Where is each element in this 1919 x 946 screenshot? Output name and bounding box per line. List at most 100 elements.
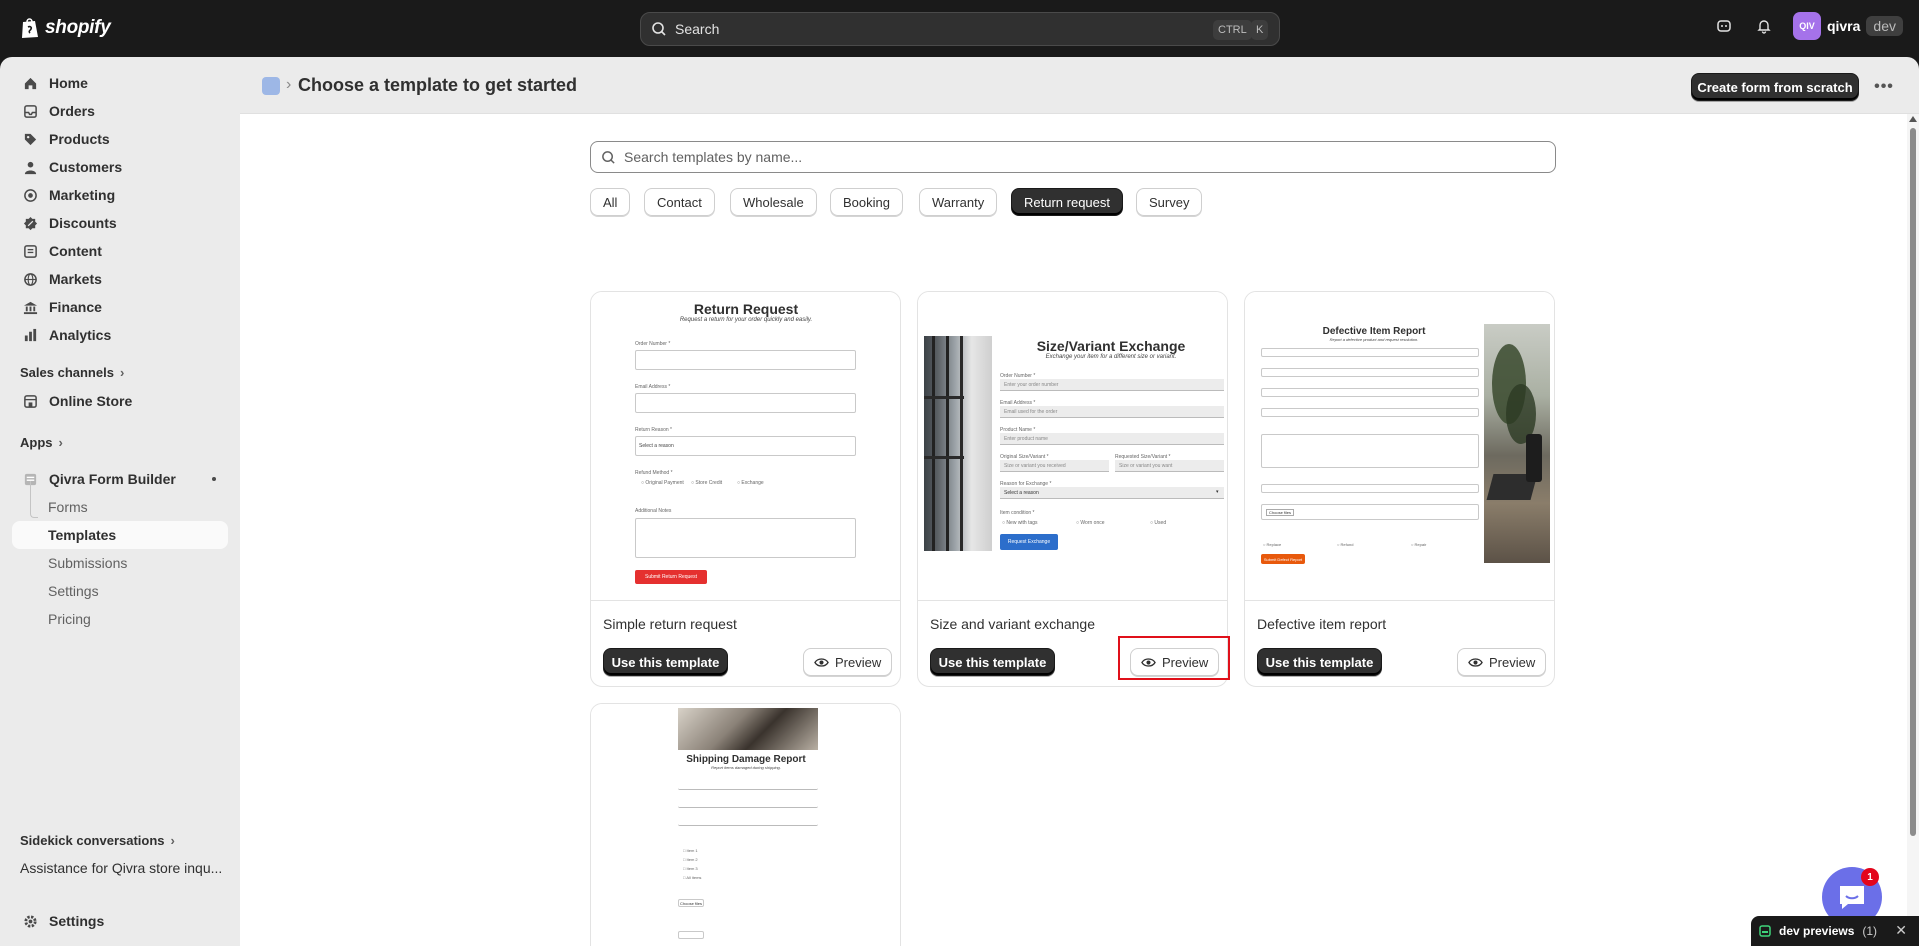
- eye-icon: [1468, 657, 1483, 667]
- preview-select-box: [678, 820, 818, 826]
- preview-radio-label: Refund: [1340, 542, 1354, 547]
- preview-field-box: [1261, 408, 1479, 417]
- preview-radio-label: Exchange: [741, 480, 764, 486]
- template-preview-thumbnail[interactable]: Size/Variant Exchange Exchange your item…: [918, 292, 1227, 601]
- env-badge: dev: [1866, 16, 1903, 36]
- global-search[interactable]: Search CTRL K: [640, 12, 1280, 46]
- app-breadcrumb-icon[interactable]: [262, 77, 280, 95]
- sidekick-conversations-heading[interactable]: Sidekick conversations ›: [20, 833, 175, 848]
- sidebar-item-label: Online Store: [49, 393, 133, 409]
- sidebar-subitem-pricing[interactable]: Pricing: [48, 611, 91, 627]
- preview-field-placeholder: Size or variant you received: [1004, 463, 1066, 469]
- filter-warranty[interactable]: Warranty: [919, 188, 998, 216]
- page-title: Choose a template to get started: [298, 75, 578, 95]
- preview-field-box: Enter your order number: [1000, 379, 1224, 391]
- preview-file-box: Choose files: [1261, 504, 1479, 520]
- preview-field-placeholder: Enter your order number: [1004, 382, 1059, 388]
- sidebar-item-finance[interactable]: Finance: [12, 293, 228, 321]
- preview-textarea: [635, 518, 856, 558]
- preview-title: Defective Item Report: [1322, 326, 1426, 337]
- preview-status-icon: [1759, 925, 1771, 937]
- sidebar-item-label: Marketing: [49, 187, 116, 203]
- sidebar-item-label: Home: [49, 75, 88, 91]
- sidebar-item-qivra-form-builder[interactable]: Qivra Form Builder: [12, 465, 228, 493]
- sidebar-subitem-templates[interactable]: Templates: [48, 527, 116, 543]
- page-header: › Choose a template to get started Creat…: [240, 57, 1919, 114]
- sidekick-icon[interactable]: [1713, 15, 1735, 37]
- sidebar-item-marketing[interactable]: Marketing: [12, 181, 228, 209]
- sidekick-conversation-item[interactable]: Assistance for Qivra store inqu...: [20, 860, 222, 876]
- bell-icon[interactable]: [1753, 15, 1775, 37]
- sidebar-item-customers[interactable]: Customers: [12, 153, 228, 181]
- preview-field-label: Email Address *: [635, 384, 671, 390]
- preview-photo-window: [924, 336, 992, 551]
- sidebar-item-markets[interactable]: Markets: [12, 265, 228, 293]
- preview-select-box: [1261, 484, 1479, 493]
- preview-field-placeholder: Enter product name: [1004, 436, 1048, 442]
- scrollbar[interactable]: [1907, 114, 1919, 946]
- create-form-from-scratch-button[interactable]: Create form from scratch: [1691, 73, 1859, 101]
- preview-title: Return Request: [693, 301, 799, 317]
- scroll-up-arrow-icon[interactable]: [1909, 116, 1917, 122]
- use-template-button[interactable]: Use this template: [1257, 648, 1382, 676]
- sidebar-item-products[interactable]: Products: [12, 125, 228, 153]
- preview-button[interactable]: Preview: [803, 648, 893, 676]
- sidebar-item-orders[interactable]: Orders: [12, 97, 228, 125]
- sidebar-item-settings[interactable]: Settings: [12, 907, 228, 935]
- use-template-button[interactable]: Use this template: [603, 648, 728, 676]
- sidebar-subitem-settings[interactable]: Settings: [48, 583, 99, 599]
- template-preview-thumbnail[interactable]: Shipping Damage Report Report items dama…: [591, 704, 900, 946]
- preview-field-box: Size or variant you received: [1000, 460, 1109, 472]
- sidebar-item-online-store[interactable]: Online Store: [12, 387, 228, 415]
- template-preview-thumbnail[interactable]: Return Request Request a return for your…: [591, 292, 900, 601]
- shopify-logo[interactable]: shopify: [20, 17, 111, 39]
- sidebar-item-analytics[interactable]: Analytics: [12, 321, 228, 349]
- preview-radio: ○ Worn once: [1076, 520, 1105, 526]
- sidebar-subitem-submissions[interactable]: Submissions: [48, 555, 127, 571]
- preview-subtitle: Report a defective product and request r…: [1329, 337, 1419, 342]
- apps-heading[interactable]: Apps ›: [20, 435, 63, 450]
- filter-return-request[interactable]: Return request: [1011, 188, 1123, 216]
- preview-submit: Submit Defect Report: [1261, 554, 1305, 564]
- brand-name: shopify: [45, 17, 111, 38]
- preview-radio-label: Repair: [1414, 542, 1427, 547]
- preview-radio: ○ Store Credit: [691, 480, 723, 486]
- sidebar-item-content[interactable]: Content: [12, 237, 228, 265]
- more-actions-button[interactable]: •••: [1870, 73, 1898, 101]
- sales-channels-heading[interactable]: Sales channels ›: [20, 365, 124, 380]
- filter-booking[interactable]: Booking: [830, 188, 903, 216]
- main-area: › Choose a template to get started Creat…: [240, 57, 1919, 946]
- sidebar-item-label: Discounts: [49, 215, 117, 231]
- preview-field-box: Email used for the order: [1000, 406, 1224, 418]
- bank-icon: [22, 299, 38, 315]
- close-icon[interactable]: ✕: [1895, 922, 1907, 939]
- dev-previews-bar[interactable]: dev previews (1) ✕: [1751, 916, 1919, 946]
- pin-dot-icon: [212, 477, 216, 481]
- preview-checkbox: □ All items: [683, 875, 702, 880]
- template-search-input[interactable]: Search templates by name...: [590, 141, 1556, 173]
- filter-contact[interactable]: Contact: [644, 188, 715, 216]
- sidebar-item-discounts[interactable]: Discounts: [12, 209, 228, 237]
- filter-survey[interactable]: Survey: [1136, 188, 1203, 216]
- preview-radio: ○ New with tags: [1002, 520, 1038, 526]
- sidebar-item-home[interactable]: Home: [12, 69, 228, 97]
- preview-button[interactable]: Preview: [1457, 648, 1547, 676]
- sidebar: Home Orders Products Customers Marketing…: [0, 57, 240, 946]
- preview-label: Additional Notes: [635, 508, 672, 514]
- apps-label: Apps: [20, 435, 53, 450]
- sidebar-subitem-forms[interactable]: Forms: [48, 499, 88, 515]
- filter-all[interactable]: All: [590, 188, 631, 216]
- preview-checkbox-label: All items: [686, 875, 702, 880]
- template-preview-thumbnail[interactable]: Defective Item Report Report a defective…: [1245, 292, 1554, 601]
- filter-wholesale[interactable]: Wholesale: [730, 188, 817, 216]
- preview-field-box: [635, 350, 856, 370]
- preview-field-label: Order Number *: [635, 341, 671, 347]
- preview-title: Size/Variant Exchange: [1036, 338, 1186, 354]
- use-template-button[interactable]: Use this template: [930, 648, 1055, 676]
- preview-checkbox: □ Item 1: [683, 848, 698, 853]
- chevron-down-icon: ▾: [1216, 489, 1219, 495]
- preview-checkbox-label: Item 3: [686, 866, 698, 871]
- scrollbar-thumb[interactable]: [1910, 128, 1916, 836]
- k-key-hint: K: [1251, 20, 1269, 40]
- user-menu[interactable]: QIV qivra dev: [1792, 12, 1903, 40]
